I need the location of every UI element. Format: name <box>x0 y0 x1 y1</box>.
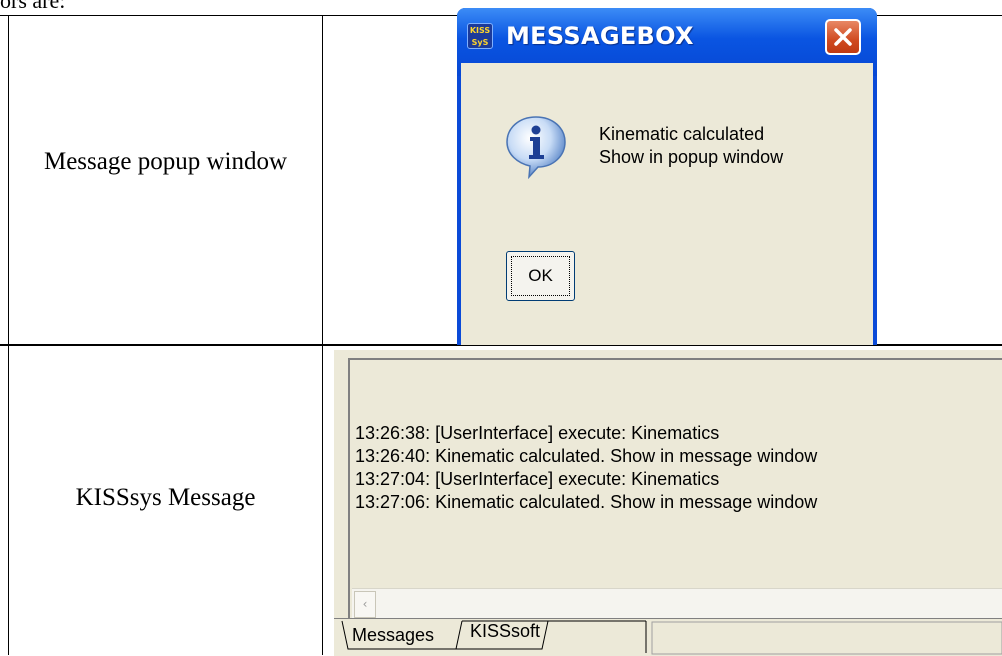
close-button[interactable] <box>825 19 861 55</box>
kisssys-message-panel: 13:26:38: [UserInterface] execute: Kinem… <box>334 350 1002 656</box>
chevron-left-icon: ‹ <box>362 597 368 611</box>
scroll-left-button[interactable]: ‹ <box>354 591 376 618</box>
row-label-kisssys: KISSsys Message <box>75 484 256 511</box>
close-icon <box>834 28 852 46</box>
message-line-2: Show in popup window <box>599 147 784 167</box>
dialog-client-area: Kinematic calculated Show in popup windo… <box>461 63 873 345</box>
tab-outline <box>341 620 1002 655</box>
tab-bar: Messages KISSsoft <box>334 618 1002 656</box>
table-border-left <box>8 15 9 655</box>
row-label-popup: Message popup window <box>43 148 288 175</box>
tab-messages[interactable]: Messages <box>352 625 434 646</box>
log-line: 13:26:40: Kinematic calculated. Show in … <box>355 446 818 466</box>
ok-button[interactable]: OK <box>506 251 575 301</box>
table-column-divider <box>322 15 323 655</box>
kisssys-logo: KISS SyS <box>467 23 493 49</box>
log-line: 13:27:04: [UserInterface] execute: Kinem… <box>355 469 720 489</box>
horizontal-scrollbar[interactable]: ‹ <box>352 588 1002 621</box>
window-title: MESSAGEBOX <box>506 22 694 50</box>
info-icon <box>506 116 566 179</box>
log-line: 13:27:06: Kinematic calculated. Show in … <box>355 492 818 512</box>
messagebox-window: KISS SyS MESSAGEBOX Kinematic calculated … <box>457 8 877 345</box>
header-text: ors are: <box>0 0 66 13</box>
tab-kisssoft[interactable]: KISSsoft <box>470 621 540 642</box>
message-log[interactable]: 13:26:38: [UserInterface] execute: Kinem… <box>348 358 1002 624</box>
log-line: 13:26:38: [UserInterface] execute: Kinem… <box>355 423 720 443</box>
ok-button-label: OK <box>528 266 553 285</box>
message-line-1: Kinematic calculated <box>599 124 765 144</box>
